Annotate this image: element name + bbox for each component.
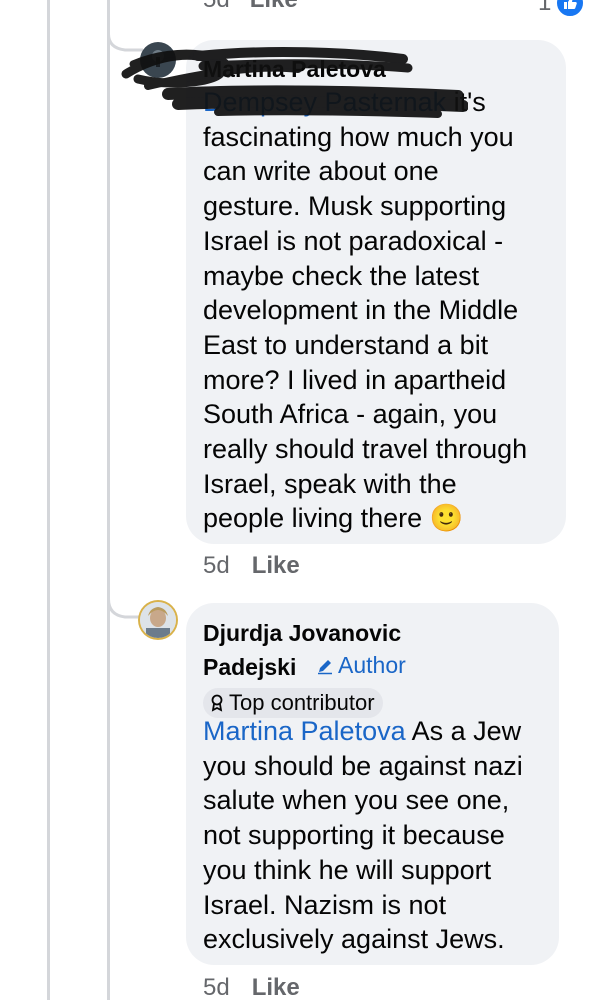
comment-meta: 5d Like <box>203 974 300 1000</box>
like-button[interactable]: Like <box>252 552 300 580</box>
award-icon <box>211 694 223 712</box>
previous-like-button[interactable]: Like <box>250 0 298 14</box>
previous-reaction-summary[interactable]: 1 <box>538 0 586 18</box>
avatar[interactable] <box>140 42 176 78</box>
like-button[interactable]: Like <box>252 974 300 1000</box>
author-badge: Author <box>316 652 406 679</box>
thread-line-outer <box>47 0 50 1000</box>
comment-time: 5d <box>203 974 230 1000</box>
comment-body: Martina Paletova As a Jew you should be … <box>203 714 555 957</box>
pencil-icon <box>318 659 332 674</box>
top-contributor-label: Top contributor <box>229 690 375 715</box>
smile-emoji-icon: 🙂 <box>429 503 464 534</box>
reaction-count: 1 <box>538 0 552 16</box>
author-badge-label: Author <box>338 652 406 678</box>
thread-line-inner <box>107 0 110 1000</box>
thumbs-up-icon <box>555 0 586 18</box>
previous-comment-time: 5d <box>203 0 230 14</box>
comment-time: 5d <box>203 552 230 579</box>
comment-body: Dempsey Pasternak it's fascinating how m… <box>203 85 563 536</box>
comment-text: As a Jew you should be against nazi salu… <box>203 716 523 955</box>
avatar[interactable] <box>140 602 176 638</box>
comment-thread: 5d Like 1 Martina Paletova Dempsey Paste… <box>0 0 592 1000</box>
comment-author[interactable]: Martina Paletova <box>203 53 386 85</box>
mention-link[interactable]: Martina Paletova <box>203 716 406 746</box>
previous-comment-meta: 5d Like <box>203 0 298 14</box>
comment-meta: 5d Like <box>203 552 300 580</box>
comment-text: it's fascinating how much you can write … <box>203 87 528 534</box>
mention-link[interactable]: Dempsey Pasternak <box>203 87 446 117</box>
